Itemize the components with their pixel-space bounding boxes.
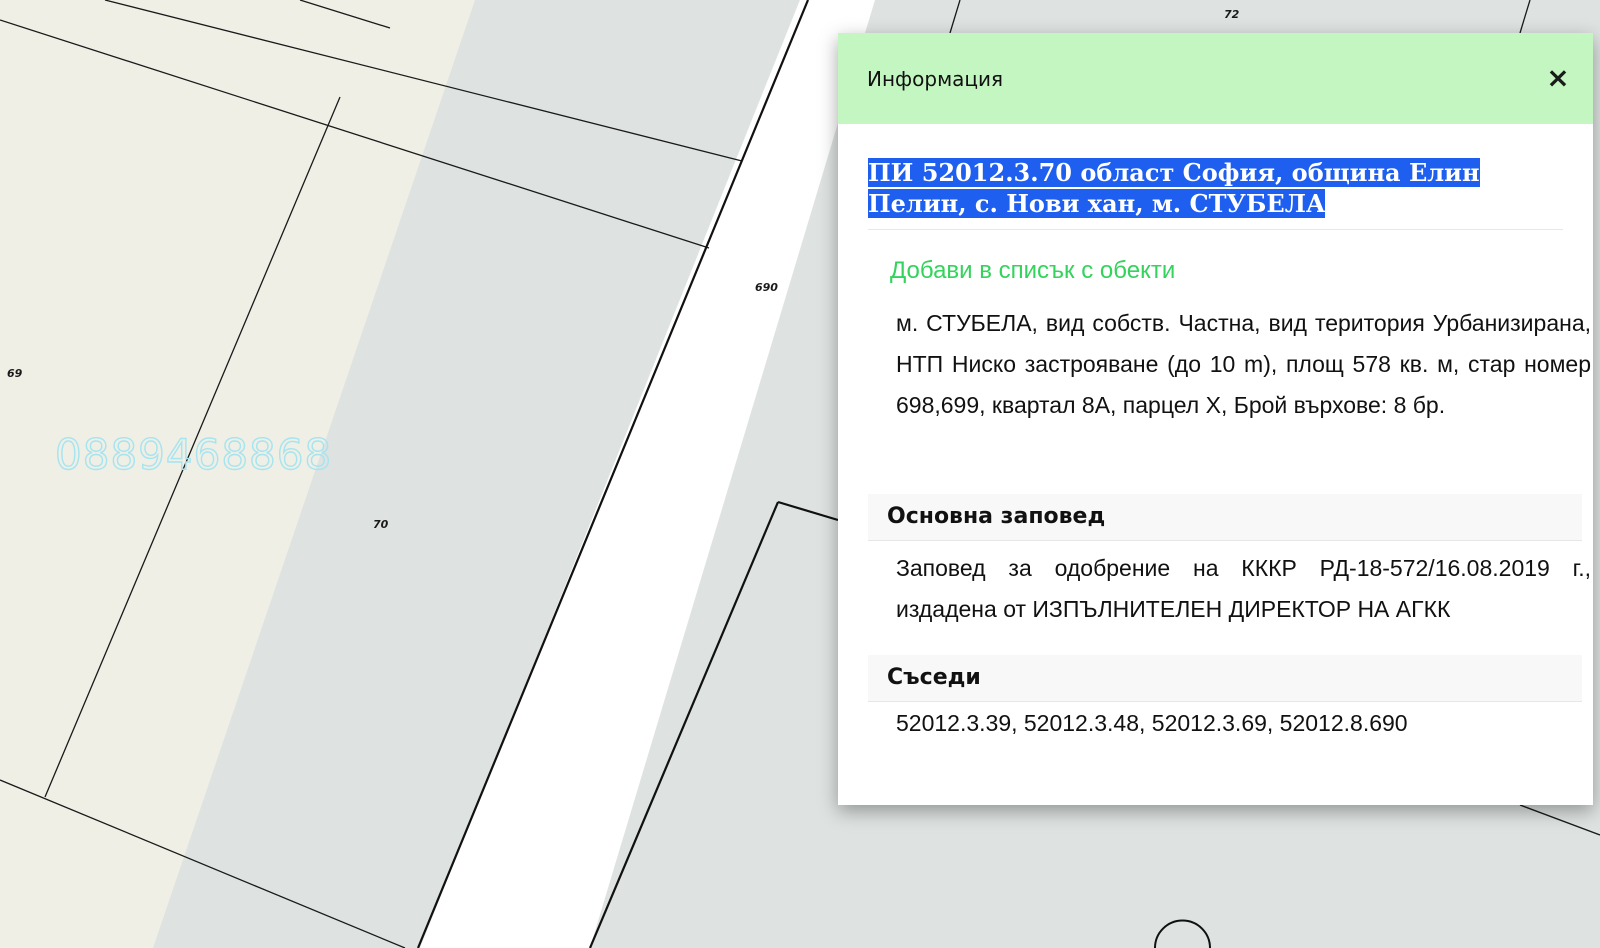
parcel-heading-text: ПИ 52012.3.70 област София, община Елин … — [868, 158, 1480, 218]
parcel-label-70[interactable]: 70 — [373, 518, 389, 531]
info-popup-header: Информация × — [838, 33, 1593, 124]
parcel-label-69[interactable]: 69 — [7, 367, 23, 380]
close-icon[interactable]: × — [1541, 61, 1575, 95]
neighbors-heading: Съседи — [868, 655, 1582, 702]
info-popup-title: Информация — [867, 67, 1004, 91]
parcel-label-72[interactable]: 72 — [1224, 8, 1240, 21]
parcel-label-690[interactable]: 690 — [755, 281, 778, 294]
main-order-heading: Основна заповед — [868, 494, 1582, 541]
parcel-heading: ПИ 52012.3.70 област София, община Елин … — [868, 157, 1563, 230]
parcel-description: м. СТУБЕЛА, вид собств. Частна, вид тери… — [896, 310, 1591, 418]
phone-watermark: 0889468868 — [54, 429, 333, 479]
neighbors-text: 52012.3.39, 52012.3.48, 52012.3.69, 5201… — [896, 710, 1408, 736]
add-to-objects-list-link[interactable]: Добави в списък с обекти — [890, 257, 1175, 285]
main-order-text: Заповед за одобрение на КККР РД-18-572/1… — [896, 555, 1591, 622]
info-popup: Информация × ПИ 52012.3.70 област София,… — [838, 33, 1593, 805]
